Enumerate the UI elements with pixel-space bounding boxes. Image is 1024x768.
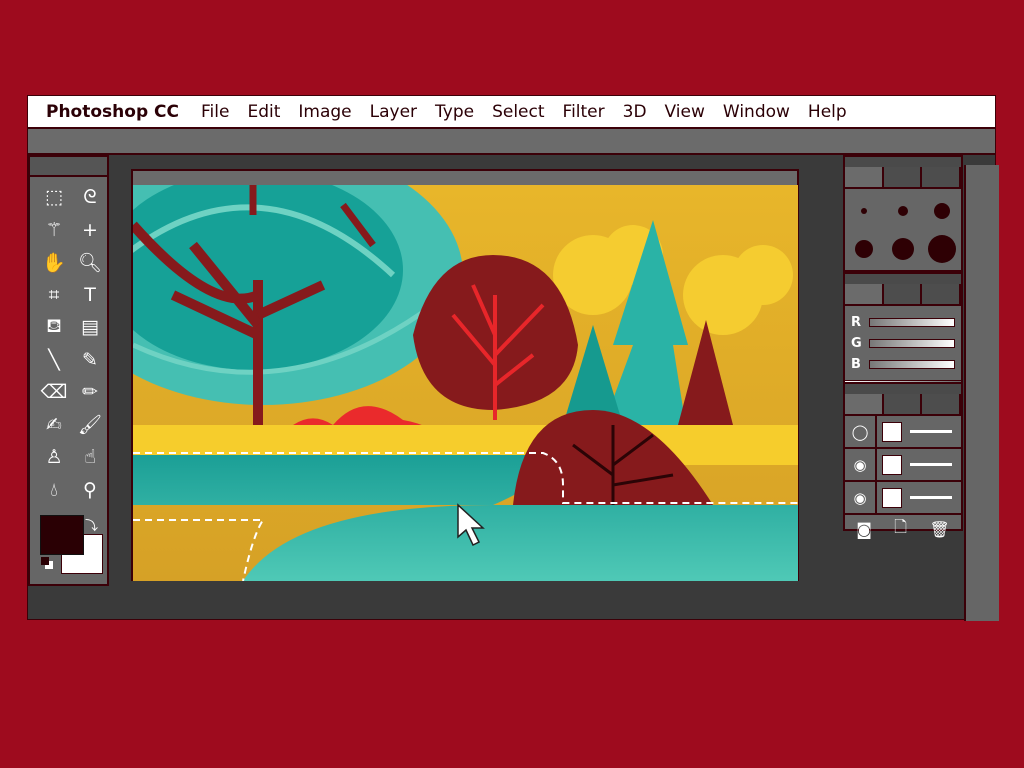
layer-name-placeholder (910, 496, 952, 499)
menu-layer[interactable]: Layer (370, 102, 417, 122)
menu-image[interactable]: Image (298, 102, 351, 122)
layer-thumbnail (882, 454, 902, 475)
layer-row[interactable]: ◉ (845, 482, 961, 515)
paint-bucket-tool-icon[interactable]: ⛾ (36, 311, 72, 344)
red-slider[interactable] (869, 318, 955, 327)
menu-bar: Photoshop CC File Edit Image Layer Type … (28, 96, 995, 129)
pencil-tool-icon[interactable]: ✏ (72, 376, 108, 409)
options-bar (28, 129, 995, 155)
healing-brush-tool-icon[interactable]: ✍ (36, 409, 72, 442)
type-tool-icon[interactable]: T (72, 279, 108, 312)
photoshop-window: Photoshop CC File Edit Image Layer Type … (27, 95, 999, 621)
brush-preset[interactable] (891, 238, 914, 260)
swap-colors-icon[interactable]: ⤵ (85, 515, 98, 534)
brush-preset[interactable] (861, 208, 868, 214)
eraser-tool-icon[interactable]: ⌫ (36, 376, 72, 409)
move-tool-icon[interactable]: + (72, 214, 108, 247)
menu-type[interactable]: Type (435, 102, 474, 122)
layer-row[interactable]: ◯ (845, 416, 961, 449)
layer-name-placeholder (910, 463, 952, 466)
layer-name-placeholder (910, 430, 952, 433)
brush-preset[interactable] (933, 203, 950, 219)
layer-row[interactable]: ◉ (845, 449, 961, 482)
menu-3d[interactable]: 3D (623, 102, 647, 122)
default-colors-icon[interactable] (41, 557, 49, 565)
layers-panel: ◯ ◉ ◉ ◙ 🗋︎ 🗑︎ (843, 382, 963, 539)
smudge-tool-icon[interactable]: ☝ (72, 441, 108, 474)
menu-select[interactable]: Select (492, 102, 544, 122)
brush-preset[interactable] (897, 206, 908, 216)
blur-tool-icon[interactable]: 💧︎ (36, 474, 72, 507)
menu-file[interactable]: File (201, 102, 229, 122)
panel-tab[interactable] (922, 394, 962, 414)
eye-icon[interactable]: ◉ (845, 449, 877, 480)
channel-label: B (851, 357, 861, 372)
menu-edit[interactable]: Edit (247, 102, 280, 122)
lasso-tool-icon[interactable]: ᘓ (72, 181, 108, 214)
brush-preset[interactable] (855, 240, 874, 258)
channel-label: R (851, 315, 862, 330)
blue-slider[interactable] (869, 360, 955, 369)
brushes-panel (843, 155, 963, 272)
tools-panel-header[interactable] (30, 157, 107, 177)
panel-tab[interactable] (922, 167, 962, 187)
trash-icon[interactable]: 🗑︎ (929, 520, 949, 539)
layer-thumbnail (882, 487, 902, 508)
clone-stamp-tool-icon[interactable]: ♙ (36, 441, 72, 474)
brush-preset[interactable] (927, 235, 956, 263)
menu-view[interactable]: View (665, 102, 705, 122)
tools-panel: ⬚ ᘓ ⚚ + ✋ 🔍︎ ⌗ T ⛾ ▤ ╲ ✎ ⌫ ✏ ✍ 🖌︎ ♙ ☝ 💧︎ ⚲ ⤵ (28, 155, 109, 586)
panel-tab[interactable] (883, 284, 923, 304)
hand-tool-icon[interactable]: ✋ (36, 246, 72, 279)
eyedropper-tool-icon[interactable]: ✎ (72, 344, 108, 377)
app-menu[interactable]: Photoshop CC (46, 102, 179, 122)
menu-filter[interactable]: Filter (563, 102, 605, 122)
line-tool-icon[interactable]: ╲ (36, 344, 72, 377)
panel-tab[interactable] (845, 284, 884, 304)
panel-tab[interactable] (845, 394, 884, 414)
new-layer-icon[interactable]: 🗋︎ (894, 516, 907, 543)
panel-tab[interactable] (922, 284, 962, 304)
panel-tab[interactable] (883, 394, 923, 414)
panel-tab[interactable] (883, 167, 923, 187)
menu-help[interactable]: Help (808, 102, 847, 122)
green-slider[interactable] (869, 339, 955, 348)
eye-outline-icon[interactable]: ◯ (845, 416, 877, 447)
zoom-tool-icon[interactable]: 🔍︎ (72, 246, 108, 279)
dodge-tool-icon[interactable]: ⚲ (72, 474, 108, 507)
mask-icon[interactable]: ◙ (856, 520, 872, 539)
color-panel: R G B (843, 272, 963, 396)
canvas-illustration (133, 185, 798, 581)
menu-window[interactable]: Window (723, 102, 790, 122)
foreground-color-swatch[interactable] (40, 515, 84, 555)
panel-tab[interactable] (845, 167, 884, 187)
crop-tool-icon[interactable]: ⌗ (36, 279, 72, 312)
layer-thumbnail (882, 421, 902, 442)
eye-icon[interactable]: ◉ (845, 482, 877, 513)
document-canvas[interactable] (131, 169, 799, 581)
gradient-tool-icon[interactable]: ▤ (72, 311, 108, 344)
magic-wand-tool-icon[interactable]: ⚚ (36, 214, 72, 247)
rectangular-marquee-tool-icon[interactable]: ⬚ (36, 181, 72, 214)
panel-dock-scrollbar[interactable] (964, 165, 999, 621)
channel-label: G (851, 336, 862, 351)
brush-tool-icon[interactable]: 🖌︎ (72, 409, 108, 442)
